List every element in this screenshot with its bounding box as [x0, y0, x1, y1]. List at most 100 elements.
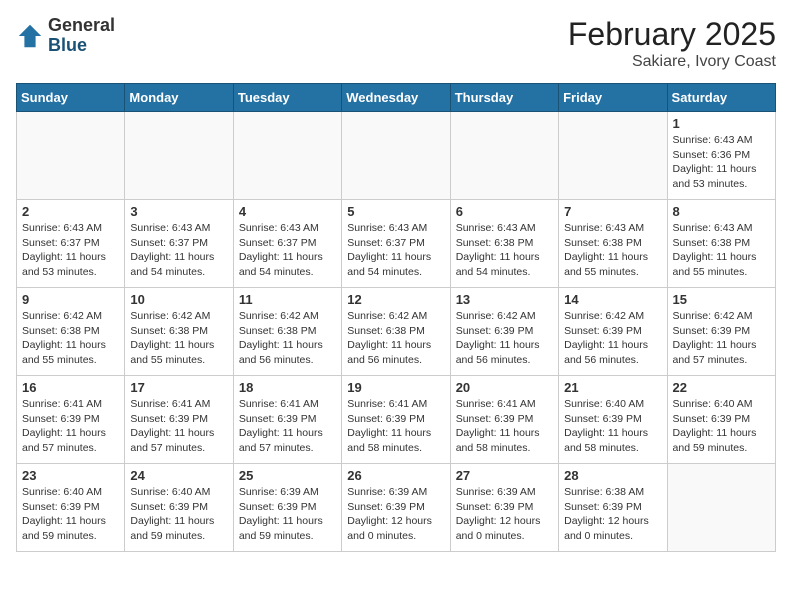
calendar-cell — [233, 112, 341, 200]
day-number: 11 — [239, 292, 336, 307]
day-number: 14 — [564, 292, 661, 307]
week-row-4: 16 Sunrise: 6:41 AM Sunset: 6:39 PM Dayli… — [17, 376, 776, 464]
logo: General Blue — [16, 16, 115, 56]
day-number: 12 — [347, 292, 444, 307]
calendar-cell: 3Sunrise: 6:43 AM Sunset: 6:37 PM Daylig… — [125, 200, 233, 288]
day-info: Sunrise: 6:43 AM Sunset: 6:36 PM Dayligh… — [673, 133, 770, 192]
weekday-header-sunday: Sunday — [17, 84, 125, 112]
day-info: Sunrise: 6:39 AM Sunset: 6:39 PM Dayligh… — [239, 485, 336, 544]
day-number: 22 — [673, 380, 770, 395]
day-info: Sunrise: 6:43 AM Sunset: 6:38 PM Dayligh… — [673, 221, 770, 280]
calendar-cell: 22 Sunrise: 6:40 AM Sunset: 6:39 PM Dayli… — [667, 376, 775, 464]
day-number: 28 — [564, 468, 661, 483]
calendar-cell — [125, 112, 233, 200]
day-info: Sunrise: 6:41 AM Sunset: 6:39 PM Dayligh… — [22, 397, 119, 456]
header: General Blue February 2025 Sakiare, Ivor… — [16, 16, 776, 71]
day-info: Sunrise: 6:41 AM Sunset: 6:39 PM Dayligh… — [239, 397, 336, 456]
calendar-cell: 27 Sunrise: 6:39 AM Sunset: 6:39 PM Dayli… — [450, 464, 558, 552]
day-number: 21 — [564, 380, 661, 395]
day-number: 25 — [239, 468, 336, 483]
day-info: Sunrise: 6:43 AM Sunset: 6:38 PM Dayligh… — [564, 221, 661, 280]
calendar-cell — [559, 112, 667, 200]
logo-text: General Blue — [48, 16, 115, 56]
day-number: 13 — [456, 292, 553, 307]
calendar-cell: 14 Sunrise: 6:42 AM Sunset: 6:39 PM Dayli… — [559, 288, 667, 376]
day-info: Sunrise: 6:42 AM Sunset: 6:39 PM Dayligh… — [564, 309, 661, 368]
day-number: 27 — [456, 468, 553, 483]
day-number: 26 — [347, 468, 444, 483]
day-number: 16 — [22, 380, 119, 395]
calendar-cell: 19 Sunrise: 6:41 AM Sunset: 6:39 PM Dayli… — [342, 376, 450, 464]
calendar-cell — [667, 464, 775, 552]
weekday-header-thursday: Thursday — [450, 84, 558, 112]
day-info: Sunrise: 6:42 AM Sunset: 6:39 PM Dayligh… — [456, 309, 553, 368]
calendar-cell: 10 Sunrise: 6:42 AM Sunset: 6:38 PM Dayli… — [125, 288, 233, 376]
title-block: February 2025 Sakiare, Ivory Coast — [568, 16, 776, 71]
location: Sakiare, Ivory Coast — [568, 53, 776, 71]
logo-icon — [16, 22, 44, 50]
day-number: 8 — [673, 204, 770, 219]
calendar-cell: 11 Sunrise: 6:42 AM Sunset: 6:38 PM Dayli… — [233, 288, 341, 376]
calendar-cell: 12 Sunrise: 6:42 AM Sunset: 6:38 PM Dayli… — [342, 288, 450, 376]
calendar-cell: 4Sunrise: 6:43 AM Sunset: 6:37 PM Daylig… — [233, 200, 341, 288]
weekday-header-wednesday: Wednesday — [342, 84, 450, 112]
calendar-cell: 25 Sunrise: 6:39 AM Sunset: 6:39 PM Dayli… — [233, 464, 341, 552]
logo-blue: Blue — [48, 35, 87, 55]
day-number: 18 — [239, 380, 336, 395]
day-info: Sunrise: 6:43 AM Sunset: 6:37 PM Dayligh… — [347, 221, 444, 280]
calendar-cell: 15Sunrise: 6:42 AM Sunset: 6:39 PM Dayli… — [667, 288, 775, 376]
day-number: 10 — [130, 292, 227, 307]
day-number: 17 — [130, 380, 227, 395]
logo-general: General — [48, 15, 115, 35]
calendar-cell: 9 Sunrise: 6:42 AM Sunset: 6:38 PM Daylig… — [17, 288, 125, 376]
week-row-5: 23 Sunrise: 6:40 AM Sunset: 6:39 PM Dayli… — [17, 464, 776, 552]
weekday-header-tuesday: Tuesday — [233, 84, 341, 112]
day-info: Sunrise: 6:40 AM Sunset: 6:39 PM Dayligh… — [673, 397, 770, 456]
calendar-cell: 7 Sunrise: 6:43 AM Sunset: 6:38 PM Daylig… — [559, 200, 667, 288]
calendar-cell: 1 Sunrise: 6:43 AM Sunset: 6:36 PM Daylig… — [667, 112, 775, 200]
day-info: Sunrise: 6:41 AM Sunset: 6:39 PM Dayligh… — [347, 397, 444, 456]
day-info: Sunrise: 6:40 AM Sunset: 6:39 PM Dayligh… — [130, 485, 227, 544]
calendar-cell — [450, 112, 558, 200]
calendar-cell: 13 Sunrise: 6:42 AM Sunset: 6:39 PM Dayli… — [450, 288, 558, 376]
week-row-3: 9 Sunrise: 6:42 AM Sunset: 6:38 PM Daylig… — [17, 288, 776, 376]
calendar-cell — [17, 112, 125, 200]
calendar-cell: 17 Sunrise: 6:41 AM Sunset: 6:39 PM Dayli… — [125, 376, 233, 464]
day-info: Sunrise: 6:43 AM Sunset: 6:37 PM Dayligh… — [22, 221, 119, 280]
weekday-header-row: SundayMondayTuesdayWednesdayThursdayFrid… — [17, 84, 776, 112]
day-number: 23 — [22, 468, 119, 483]
day-info: Sunrise: 6:39 AM Sunset: 6:39 PM Dayligh… — [456, 485, 553, 544]
day-number: 7 — [564, 204, 661, 219]
day-info: Sunrise: 6:41 AM Sunset: 6:39 PM Dayligh… — [456, 397, 553, 456]
day-info: Sunrise: 6:42 AM Sunset: 6:38 PM Dayligh… — [347, 309, 444, 368]
day-info: Sunrise: 6:41 AM Sunset: 6:39 PM Dayligh… — [130, 397, 227, 456]
day-number: 1 — [673, 116, 770, 131]
day-number: 15 — [673, 292, 770, 307]
day-info: Sunrise: 6:43 AM Sunset: 6:37 PM Dayligh… — [239, 221, 336, 280]
calendar-cell: 16 Sunrise: 6:41 AM Sunset: 6:39 PM Dayli… — [17, 376, 125, 464]
day-number: 20 — [456, 380, 553, 395]
day-number: 9 — [22, 292, 119, 307]
calendar-cell: 23 Sunrise: 6:40 AM Sunset: 6:39 PM Dayli… — [17, 464, 125, 552]
day-info: Sunrise: 6:43 AM Sunset: 6:38 PM Dayligh… — [456, 221, 553, 280]
day-info: Sunrise: 6:42 AM Sunset: 6:38 PM Dayligh… — [22, 309, 119, 368]
day-info: Sunrise: 6:43 AM Sunset: 6:37 PM Dayligh… — [130, 221, 227, 280]
calendar-cell: 24 Sunrise: 6:40 AM Sunset: 6:39 PM Dayli… — [125, 464, 233, 552]
day-info: Sunrise: 6:38 AM Sunset: 6:39 PM Dayligh… — [564, 485, 661, 544]
weekday-header-saturday: Saturday — [667, 84, 775, 112]
day-number: 24 — [130, 468, 227, 483]
day-info: Sunrise: 6:42 AM Sunset: 6:38 PM Dayligh… — [130, 309, 227, 368]
day-info: Sunrise: 6:42 AM Sunset: 6:38 PM Dayligh… — [239, 309, 336, 368]
day-info: Sunrise: 6:40 AM Sunset: 6:39 PM Dayligh… — [22, 485, 119, 544]
calendar-cell: 2Sunrise: 6:43 AM Sunset: 6:37 PM Daylig… — [17, 200, 125, 288]
calendar-cell — [342, 112, 450, 200]
day-info: Sunrise: 6:40 AM Sunset: 6:39 PM Dayligh… — [564, 397, 661, 456]
month-year: February 2025 — [568, 16, 776, 53]
calendar-cell: 8 Sunrise: 6:43 AM Sunset: 6:38 PM Daylig… — [667, 200, 775, 288]
calendar-cell: 26Sunrise: 6:39 AM Sunset: 6:39 PM Dayli… — [342, 464, 450, 552]
day-number: 19 — [347, 380, 444, 395]
week-row-2: 2Sunrise: 6:43 AM Sunset: 6:37 PM Daylig… — [17, 200, 776, 288]
weekday-header-friday: Friday — [559, 84, 667, 112]
calendar-cell: 5Sunrise: 6:43 AM Sunset: 6:37 PM Daylig… — [342, 200, 450, 288]
calendar-cell: 28 Sunrise: 6:38 AM Sunset: 6:39 PM Dayli… — [559, 464, 667, 552]
